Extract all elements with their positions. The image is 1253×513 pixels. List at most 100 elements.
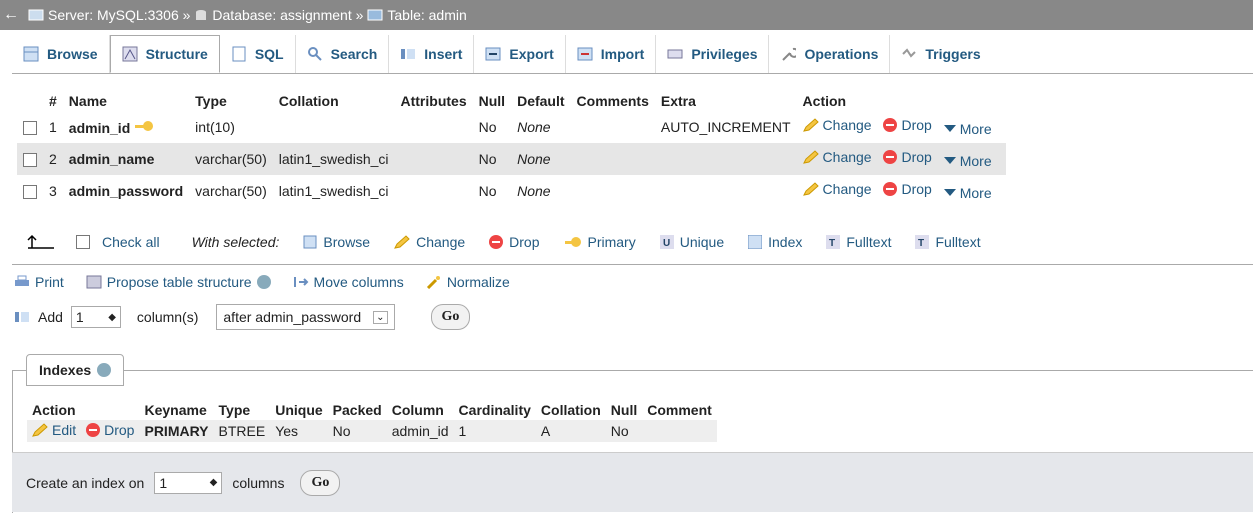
bulk-fulltext-label: Fulltext	[846, 234, 892, 250]
drop-button[interactable]: Drop	[883, 149, 932, 165]
table-row: 1 admin_id int(10) No None AUTO_INCREMEN…	[17, 111, 1006, 143]
check-all-label[interactable]: Check all	[102, 234, 160, 250]
more-label: More	[959, 120, 992, 137]
tab-operations[interactable]: Operations	[769, 35, 891, 73]
bulk-unique-button[interactable]: U Unique	[659, 234, 724, 250]
triggers-icon	[902, 48, 917, 58]
index-packed: No	[327, 420, 387, 442]
tab-label: Privileges	[691, 46, 758, 62]
tab-privileges[interactable]: Privileges	[656, 35, 770, 73]
propose-structure-link[interactable]: Propose table structure	[86, 274, 271, 290]
table-tools: Print Propose table structure Move colum…	[14, 274, 510, 290]
bulk-fulltext-button-2[interactable]: T Fulltext	[915, 234, 981, 250]
move-columns-label: Move columns	[313, 274, 404, 290]
header-attributes: Attributes	[394, 91, 473, 111]
tab-label: Search	[330, 46, 378, 62]
tab-browse[interactable]: Browse	[12, 35, 110, 73]
idx-header-null: Null	[605, 400, 643, 420]
bulk-browse-button[interactable]: Browse	[303, 234, 370, 250]
column-count-value: 1	[75, 309, 84, 325]
row-checkbox[interactable]	[23, 153, 37, 168]
column-extra	[654, 175, 797, 207]
header-comments: Comments	[570, 91, 655, 111]
more-button[interactable]: More	[943, 120, 992, 137]
column-null: No	[472, 175, 512, 207]
add-go-button[interactable]: Go	[430, 304, 471, 330]
bulk-primary-button[interactable]: Primary	[564, 234, 636, 250]
help-icon[interactable]	[97, 363, 112, 377]
index-columns-label: columns	[232, 474, 285, 491]
table-row: 3 admin_password varchar(50) latin1_swed…	[17, 175, 1006, 207]
column-count-stepper[interactable]: 1 ◆	[70, 306, 121, 328]
more-button[interactable]: More	[943, 153, 992, 169]
normalize-link[interactable]: Normalize	[426, 274, 510, 290]
change-button[interactable]: Change	[802, 181, 872, 197]
index-icon	[748, 235, 763, 249]
help-icon[interactable]	[256, 275, 271, 289]
index-column: admin_id	[386, 420, 454, 442]
tab-sql[interactable]: SQL	[220, 35, 296, 73]
column-name[interactable]: admin_password	[62, 175, 190, 207]
column-extra	[654, 143, 797, 175]
header-checkbox	[17, 91, 43, 111]
tab-search[interactable]: Search	[296, 35, 390, 73]
chevron-down-icon	[943, 125, 956, 133]
tab-triggers[interactable]: Triggers	[890, 35, 991, 73]
with-selected-label: With selected:	[191, 234, 280, 250]
tab-label: SQL	[254, 46, 284, 62]
breadcrumb-server[interactable]: Server: MySQL:3306 »	[48, 7, 190, 23]
check-all-checkbox[interactable]	[76, 235, 90, 249]
column-type: varchar(50)	[189, 175, 273, 207]
index-comment	[642, 420, 717, 442]
index-unique: Yes	[270, 420, 328, 442]
create-index-go-button[interactable]: Go	[300, 469, 341, 496]
privileges-icon	[667, 49, 683, 59]
column-type: int(10)	[189, 111, 273, 143]
column-name[interactable]: admin_name	[62, 143, 190, 175]
change-button[interactable]: Change	[802, 117, 872, 133]
drop-button[interactable]: Drop	[883, 117, 932, 133]
spinner-icon[interactable]: ◆	[210, 477, 218, 488]
table-row: Edit Drop PRIMARY BTREE Yes No admin_id …	[27, 420, 717, 442]
column-default: None	[511, 143, 571, 175]
index-edit-button[interactable]: Edit	[27, 420, 82, 442]
index-count-stepper[interactable]: 1 ◆	[154, 471, 223, 494]
position-value: after admin_password	[223, 309, 362, 325]
tab-import[interactable]: Import	[566, 35, 657, 73]
column-comments	[570, 111, 655, 143]
bulk-fulltext-label: Fulltext	[935, 234, 981, 250]
more-button[interactable]: More	[943, 185, 992, 201]
breadcrumb-database[interactable]: Database: assignment »	[212, 7, 363, 23]
tab-export[interactable]: Export	[474, 35, 566, 73]
position-select[interactable]: after admin_password ⌄	[216, 304, 395, 330]
bulk-index-button[interactable]: Index	[748, 234, 802, 250]
tab-structure[interactable]: Structure	[109, 35, 220, 73]
column-name[interactable]: admin_id	[62, 111, 190, 143]
drop-button[interactable]: Drop	[883, 181, 932, 197]
bulk-fulltext-button[interactable]: T Fulltext	[826, 234, 891, 250]
back-arrow-icon[interactable]: ←	[0, 6, 22, 24]
idx-header-keyname: Keyname	[139, 400, 214, 420]
idx-header-collation: Collation	[535, 400, 606, 420]
row-num: 1	[43, 111, 63, 143]
spinner-icon[interactable]: ◆	[108, 312, 116, 323]
drop-icon	[883, 150, 898, 165]
breadcrumb-table[interactable]: Table: admin	[387, 7, 466, 23]
row-checkbox[interactable]	[23, 185, 37, 200]
tab-insert[interactable]: Insert	[389, 35, 475, 73]
index-count-value: 1	[159, 474, 168, 491]
chevron-down-icon: ⌄	[373, 310, 388, 324]
column-null: No	[472, 111, 512, 143]
normalize-label: Normalize	[446, 274, 510, 290]
bulk-change-button[interactable]: Change	[394, 234, 465, 250]
move-columns-link[interactable]: Move columns	[293, 274, 404, 290]
add-label: Add	[38, 309, 63, 325]
row-checkbox[interactable]	[23, 121, 37, 136]
create-index-label: Create an index on	[26, 474, 145, 491]
search-icon	[307, 47, 322, 61]
change-button[interactable]: Change	[802, 149, 872, 165]
bulk-drop-button[interactable]: Drop	[489, 234, 540, 250]
print-link[interactable]: Print	[14, 274, 64, 290]
row-actions: Change Drop More	[796, 111, 1006, 143]
index-drop-button[interactable]: Drop	[81, 420, 140, 442]
